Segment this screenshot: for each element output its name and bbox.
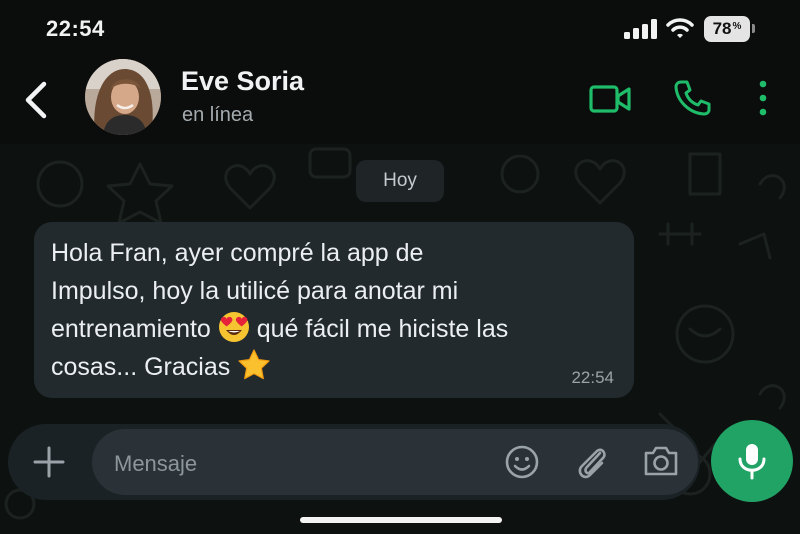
contact-name[interactable]: Eve Soria <box>181 66 304 97</box>
message-line: cosas... Gracias <box>51 348 621 386</box>
wifi-icon <box>666 18 694 38</box>
heart-eyes-emoji <box>218 312 249 343</box>
date-separator: Hoy <box>356 160 444 202</box>
plus-icon[interactable] <box>30 443 68 481</box>
star-emoji <box>238 349 270 380</box>
battery-unit: % <box>732 20 742 32</box>
avatar[interactable] <box>85 59 161 135</box>
microphone-icon <box>738 444 766 480</box>
home-indicator[interactable] <box>300 517 502 523</box>
message-fragment: entrenamiento <box>51 315 211 343</box>
composer: Mensaje <box>0 411 800 511</box>
back-icon[interactable] <box>18 78 54 122</box>
battery-indicator: 78% <box>704 16 750 42</box>
more-vertical-icon[interactable] <box>752 78 774 118</box>
battery-cap <box>752 24 755 33</box>
camera-icon[interactable] <box>642 443 680 479</box>
message-text: Hola Fran, ayer compré la app de Impulso… <box>51 234 621 386</box>
signal-icon <box>624 19 657 39</box>
contact-status: en línea <box>182 104 254 126</box>
video-call-icon[interactable] <box>588 82 632 116</box>
message-line: entrenamiento qué fácil me hiciste las <box>51 310 621 348</box>
chat-header: Eve Soria en línea <box>0 56 800 144</box>
sticker-icon[interactable] <box>504 444 540 480</box>
incoming-message-bubble[interactable]: Hola Fran, ayer compré la app de Impulso… <box>34 222 634 398</box>
message-fragment: cosas... Gracias <box>51 353 231 381</box>
message-fragment: qué fácil me hiciste las <box>256 315 509 343</box>
message-line: Impulso, hoy la utilicé para anotar mi <box>51 277 459 305</box>
message-line: Hola Fran, ayer compré la app de <box>51 239 424 267</box>
message-timestamp: 22:54 <box>571 368 614 387</box>
status-bar: 22:54 78% <box>0 0 800 56</box>
attach-icon[interactable] <box>574 441 610 481</box>
phone-icon[interactable] <box>672 78 712 118</box>
message-input-placeholder: Mensaje <box>114 451 198 476</box>
status-time: 22:54 <box>46 16 105 41</box>
battery-level: 78 <box>712 19 732 38</box>
microphone-button[interactable] <box>711 420 793 502</box>
contact-photo <box>85 59 161 135</box>
